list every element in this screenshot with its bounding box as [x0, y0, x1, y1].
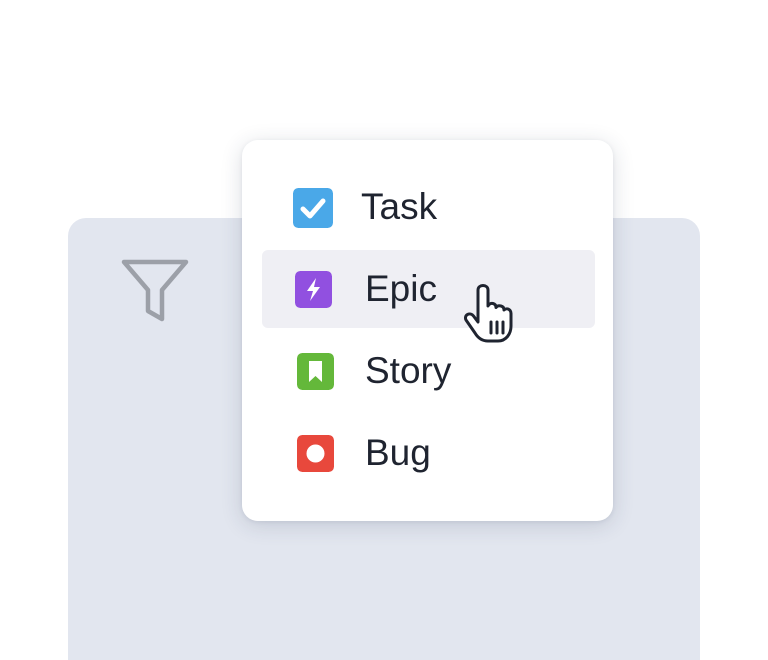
- menu-item-label: Story: [365, 350, 452, 391]
- menu-item-label: Task: [361, 186, 438, 227]
- canvas: Task Epic Story Bug: [0, 0, 768, 660]
- filter-icon[interactable]: [120, 258, 190, 324]
- menu-item-story[interactable]: Story: [262, 332, 595, 410]
- issue-type-menu: Task Epic Story Bug: [242, 140, 613, 521]
- menu-item-task[interactable]: Task: [262, 168, 595, 246]
- menu-item-label: Bug: [365, 432, 431, 473]
- lightning-icon: [295, 271, 332, 308]
- menu-item-label: Epic: [365, 268, 437, 309]
- hand-pointer-cursor-icon: [464, 284, 513, 343]
- circle-icon: [297, 435, 334, 472]
- menu-item-epic[interactable]: Epic: [262, 250, 595, 328]
- menu-item-bug[interactable]: Bug: [262, 414, 595, 492]
- bookmark-icon: [297, 353, 334, 390]
- checkbox-icon: [293, 188, 333, 228]
